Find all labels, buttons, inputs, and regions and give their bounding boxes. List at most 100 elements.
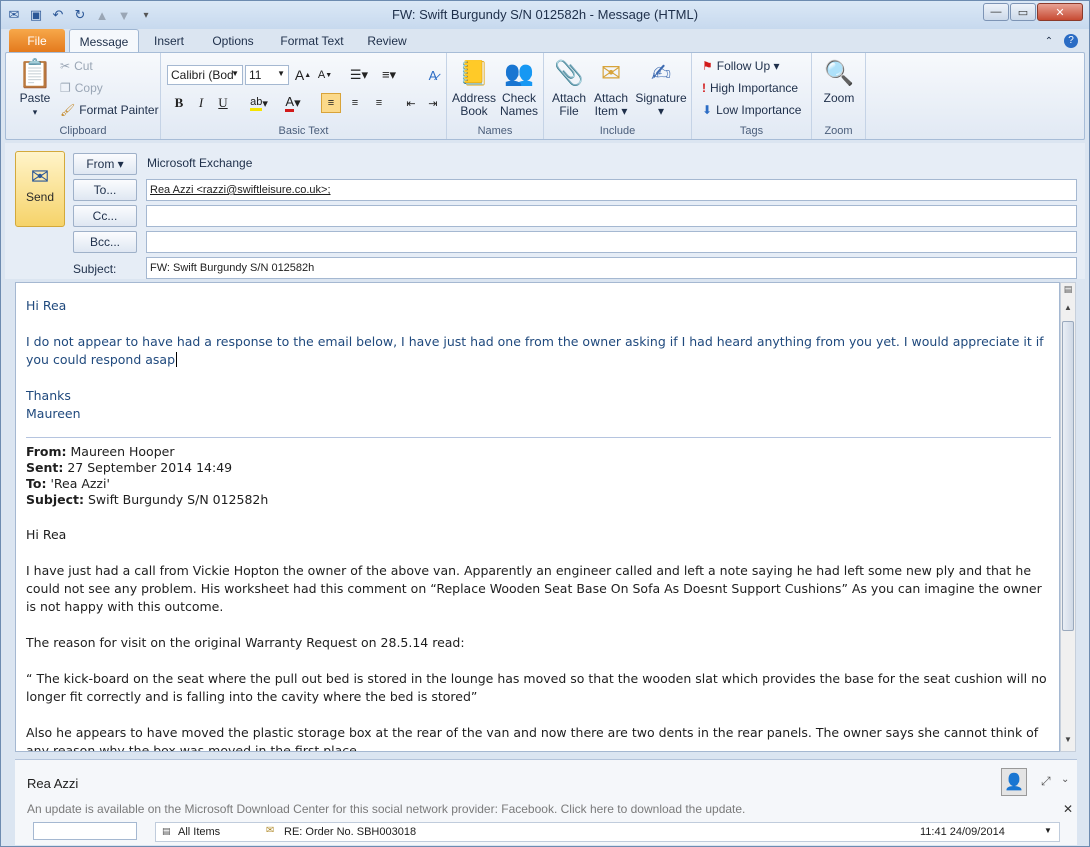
text-cursor: [176, 352, 178, 367]
high-importance-button[interactable]: ! High Importance: [702, 81, 798, 95]
tab-file[interactable]: File: [9, 29, 65, 53]
zoom-button[interactable]: 🔍 Zoom: [816, 57, 862, 105]
attach-item-label-2: Item ▾: [594, 104, 628, 118]
pane-chevron-icon[interactable]: ⌄: [1061, 774, 1069, 785]
signature-icon: ✍: [650, 59, 672, 87]
contact-photo-icon[interactable]: 👤: [1001, 768, 1027, 796]
to-field[interactable]: Rea Azzi <razzi@swiftleisure.co.uk>;: [146, 179, 1077, 201]
increase-indent-icon[interactable]: ⇥: [423, 93, 443, 113]
align-center-icon[interactable]: ≡: [345, 93, 365, 113]
activity-list-row[interactable]: ▤ All Items ✉ RE: Order No. SBH003018 11…: [155, 822, 1060, 842]
scroll-thumb[interactable]: [1062, 321, 1074, 631]
low-importance-icon: ⬇: [702, 103, 713, 117]
magnifier-icon: 🔍: [824, 59, 854, 87]
format-painter-button[interactable]: 🖌 Format Painter: [60, 103, 159, 117]
fwd-sent-label: Sent:: [26, 460, 64, 475]
maximize-button[interactable]: ▭: [1010, 3, 1036, 21]
update-notice[interactable]: An update is available on the Microsoft …: [27, 802, 1057, 816]
attach-item-button[interactable]: ✉ Attach Item ▾: [590, 57, 632, 118]
scroll-up-icon[interactable]: ▲: [1062, 303, 1074, 317]
address-book-icon: 📒: [459, 59, 489, 87]
activity-filter[interactable]: All Items: [178, 826, 220, 838]
subject-value: FW: Swift Burgundy S/N 012582h: [150, 262, 315, 274]
dismiss-notice-icon[interactable]: ✕: [1063, 802, 1073, 816]
include-group-label: Include: [599, 125, 636, 137]
align-left-icon[interactable]: ≡: [321, 93, 341, 113]
activity-item-time: 11:41 24/09/2014: [920, 826, 1005, 838]
highlight-icon[interactable]: ab ▾: [245, 93, 273, 113]
bold-icon[interactable]: B: [169, 93, 189, 113]
bcc-field[interactable]: [146, 231, 1077, 253]
bullets-icon[interactable]: ☰▾: [345, 65, 373, 85]
close-button[interactable]: ✕: [1037, 3, 1083, 21]
high-importance-icon: !: [702, 81, 706, 95]
collapse-ribbon-icon[interactable]: ⌃: [1041, 29, 1057, 53]
tags-group-label: Tags: [739, 125, 764, 137]
check-names-button[interactable]: 👥 Check Names: [497, 57, 541, 118]
to-recipient[interactable]: Rea Azzi <razzi@swiftleisure.co.uk>;: [150, 184, 331, 196]
ribbon-tabs: File Message Insert Options Format Text …: [1, 29, 1089, 53]
names-group-label: Names: [477, 125, 513, 137]
send-icon: ✉: [30, 164, 50, 189]
align-right-icon[interactable]: ≡: [369, 93, 389, 113]
tab-review[interactable]: Review: [363, 29, 411, 53]
paste-button[interactable]: 📋 Paste ▾: [12, 57, 58, 119]
minimize-button[interactable]: —: [983, 3, 1009, 21]
tab-options[interactable]: Options: [205, 29, 261, 53]
body-thanks: Thanks: [26, 388, 71, 403]
shrink-font-icon[interactable]: A ▼: [315, 65, 335, 85]
send-button[interactable]: ✉ Send: [15, 151, 65, 227]
expand-pane-icon[interactable]: ⤢: [1041, 774, 1051, 789]
activity-scroll-icon[interactable]: ▼: [1044, 826, 1052, 835]
to-button[interactable]: To...: [73, 179, 137, 201]
address-book-button[interactable]: 📒 Address Book: [451, 57, 497, 118]
message-body[interactable]: Hi Rea I do not appear to have had a res…: [15, 282, 1060, 752]
cc-button[interactable]: Cc...: [73, 205, 137, 227]
bcc-button[interactable]: Bcc...: [73, 231, 137, 253]
cc-field[interactable]: [146, 205, 1077, 227]
font-size-combo[interactable]: 11 ▼: [245, 65, 289, 85]
underline-icon[interactable]: U: [213, 93, 233, 113]
zoom-group-label: Zoom: [824, 125, 853, 137]
ribbon: 📋 Paste ▾ ✂ Cut ❐ Copy 🖌 Format Painter Clip…: [5, 52, 1085, 140]
help-icon[interactable]: ?: [1061, 29, 1081, 53]
grow-font-icon[interactable]: A ▲: [293, 65, 313, 85]
attach-item-label-1: Attach: [593, 91, 629, 105]
fwd-subject-label: Subject:: [26, 492, 84, 507]
envelope-icon: ✉: [600, 59, 622, 87]
scroll-down-icon[interactable]: ▼: [1062, 735, 1074, 749]
activity-item-subject[interactable]: RE: Order No. SBH003018: [284, 826, 416, 838]
font-name-value: Calibri (Bod: [171, 68, 234, 82]
subject-field[interactable]: FW: Swift Burgundy S/N 012582h: [146, 257, 1077, 279]
tab-insert[interactable]: Insert: [147, 29, 191, 53]
fwd-to-line: To: 'Rea Azzi': [26, 476, 1051, 492]
low-importance-button[interactable]: ⬇ Low Importance: [702, 103, 801, 117]
fwd-subject-value: Swift Burgundy S/N 012582h: [87, 492, 269, 507]
signature-button[interactable]: ✍ Signature ▾: [634, 57, 688, 118]
filter-icon: ▤: [162, 826, 171, 836]
fwd-from-line: From: Maureen Hooper: [26, 444, 1051, 460]
cut-button[interactable]: ✂ Cut: [60, 59, 93, 73]
signature-label-1: Signature: [635, 91, 687, 105]
people-pane-name[interactable]: Rea Azzi: [27, 776, 78, 791]
flag-icon: ⚑: [702, 59, 713, 73]
high-importance-label: High Importance: [710, 81, 799, 95]
font-color-icon[interactable]: A ▾: [279, 93, 307, 113]
decrease-indent-icon[interactable]: ⇤: [401, 93, 421, 113]
ruler-toggle-icon[interactable]: ▤: [1062, 284, 1074, 298]
tab-message[interactable]: Message: [69, 29, 139, 53]
tab-format-text[interactable]: Format Text: [275, 29, 349, 53]
fwd-sent-value: 27 September 2014 14:49: [67, 460, 233, 475]
numbering-icon[interactable]: ≡▾: [375, 65, 403, 85]
font-name-combo[interactable]: Calibri (Bod ▼: [167, 65, 243, 85]
follow-up-button[interactable]: ⚑ Follow Up ▾: [702, 59, 779, 73]
subject-label: Subject:: [73, 262, 117, 276]
body-scrollbar[interactable]: ▤ ▲ ▼: [1060, 282, 1076, 752]
from-button[interactable]: From ▾: [73, 153, 137, 175]
clear-formatting-icon[interactable]: A̷: [423, 65, 443, 85]
people-pane-sidebar-box[interactable]: [33, 822, 137, 840]
fwd-paragraph-2: The reason for visit on the original War…: [26, 635, 465, 650]
italic-icon[interactable]: I: [191, 93, 211, 113]
attach-file-button[interactable]: 📎 Attach File: [548, 57, 590, 118]
copy-button[interactable]: ❐ Copy: [60, 81, 103, 95]
